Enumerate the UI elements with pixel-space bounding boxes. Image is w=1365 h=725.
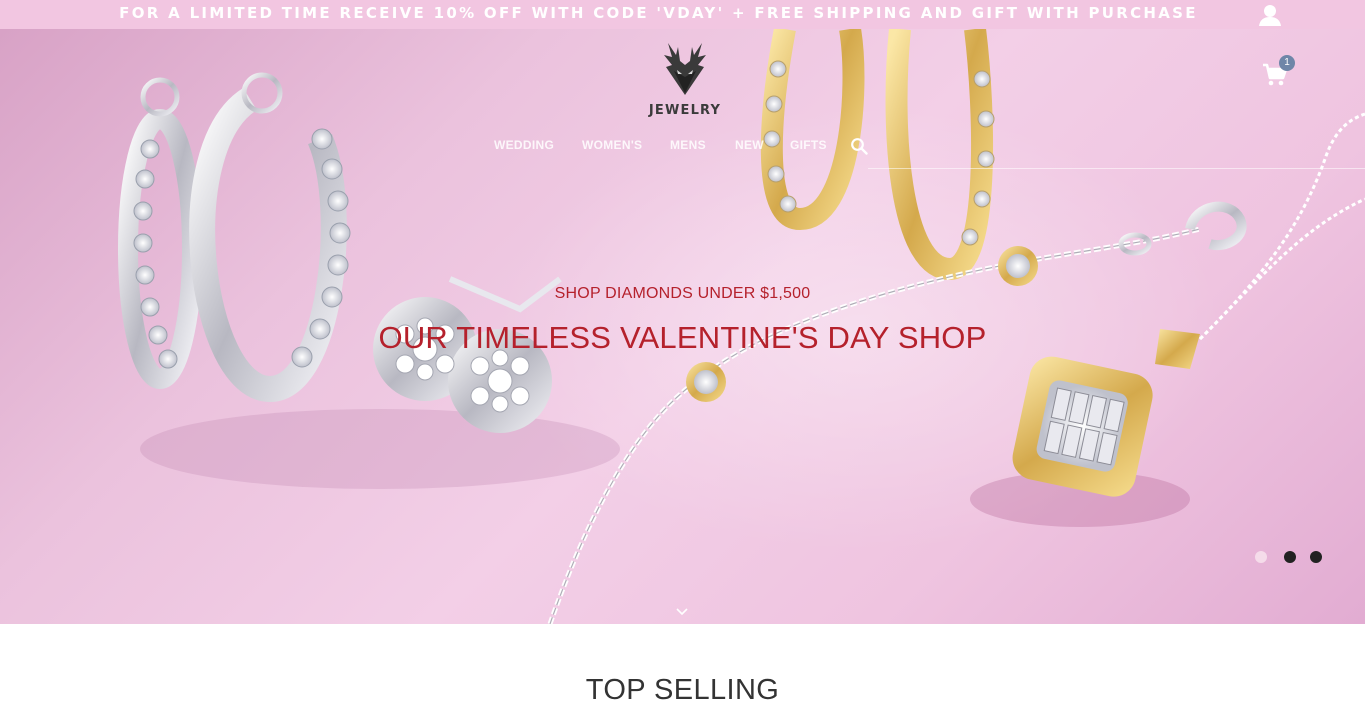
promo-bar: FOR A LIMITED TIME RECEIVE 10% OFF WITH …	[0, 0, 1365, 29]
hero-subtitle: SHOP DIAMONDS UNDER $1,500	[554, 285, 811, 302]
hero-title-link[interactable]: OUR TIMELESS VALENTINE'S DAY SHOP	[0, 320, 1365, 356]
slider-dots	[1255, 551, 1325, 563]
promo-text: FOR A LIMITED TIME RECEIVE 10% OFF WITH …	[119, 4, 1198, 22]
cart-count-badge: 1	[1279, 55, 1295, 71]
cart-button[interactable]: 1	[1262, 55, 1298, 89]
slide-dot-3[interactable]	[1310, 551, 1322, 563]
deer-logo-icon	[664, 43, 706, 95]
main-nav: WEDDING WOMEN'S MENS NEW GIFTS	[0, 135, 1365, 155]
nav-item-new[interactable]: NEW	[735, 135, 764, 155]
nav-item-womens[interactable]: WOMEN'S	[582, 135, 642, 155]
slide-dot-2[interactable]	[1284, 551, 1296, 563]
nav-divider	[868, 168, 1365, 169]
search-icon[interactable]	[850, 137, 868, 155]
site-logo[interactable]: JEWELRY	[642, 37, 728, 121]
nav-item-mens[interactable]: MENS	[670, 135, 706, 155]
user-icon[interactable]	[1256, 3, 1284, 27]
logo-text: JEWELRY	[648, 103, 722, 118]
nav-item-gifts[interactable]: GIFTS	[790, 135, 827, 155]
nav-item-wedding[interactable]: WEDDING	[494, 135, 554, 155]
chevron-down-icon[interactable]	[675, 607, 689, 617]
top-selling-heading: TOP SELLING	[585, 674, 780, 706]
slide-dot-1[interactable]	[1255, 551, 1267, 563]
hero-banner[interactable]: JEWELRY 1 WEDDING WOMEN'S MENS NEW GIFTS…	[0, 29, 1365, 624]
